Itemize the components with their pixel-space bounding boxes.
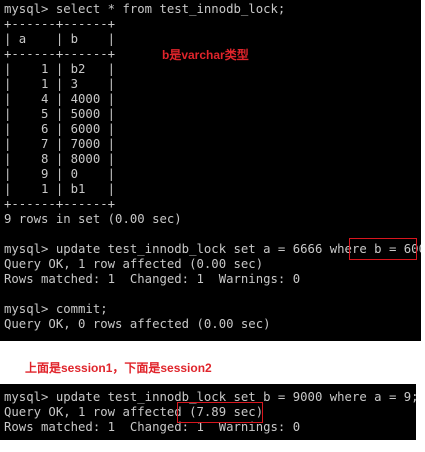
terminal-line: | a | b | — [4, 32, 116, 46]
terminal-line: Query OK, 0 rows affected (0.00 sec) — [4, 317, 271, 331]
terminal-line: | 4 | 4000 | — [4, 92, 116, 106]
where-clause-highlight — [349, 238, 417, 260]
terminal-line: | 1 | b1 | — [4, 182, 116, 196]
varchar-annotation: b是varchar类型 — [162, 48, 249, 62]
terminal-line: mysql> commit; — [4, 302, 108, 316]
terminal-line: | 8 | 8000 | — [4, 152, 116, 166]
terminal-line: | 1 | b2 | — [4, 62, 116, 76]
terminal-line: +------+------+ — [4, 17, 116, 31]
elapsed-time-highlight — [177, 402, 263, 423]
caption-area: 上面是session1，下面是session2 — [0, 341, 425, 384]
terminal-line: mysql> select * from test_innodb_lock; — [4, 2, 286, 16]
terminal-line: | 9 | 0 | — [4, 167, 116, 181]
terminal-line: | 5 | 5000 | — [4, 107, 116, 121]
terminal-line: +------+------+ — [4, 197, 116, 211]
terminal-line: | 1 | 3 | — [4, 77, 116, 91]
terminal-line: | 6 | 6000 | — [4, 122, 116, 136]
terminal-line: 9 rows in set (0.00 sec) — [4, 212, 182, 226]
terminal-line: | 7 | 7000 | — [4, 137, 116, 151]
terminal-line: Query OK, 1 row affected (0.00 sec) — [4, 257, 264, 271]
session-caption: 上面是session1，下面是session2 — [25, 361, 212, 375]
terminal-session1[interactable]: mysql> select * from test_innodb_lock; +… — [0, 0, 421, 341]
terminal-line: +------+------+ — [4, 47, 116, 61]
terminal-line: Rows matched: 1 Changed: 1 Warnings: 0 — [4, 272, 301, 286]
terminal-session2[interactable]: mysql> update test_innodb_lock set b = 9… — [0, 384, 416, 440]
